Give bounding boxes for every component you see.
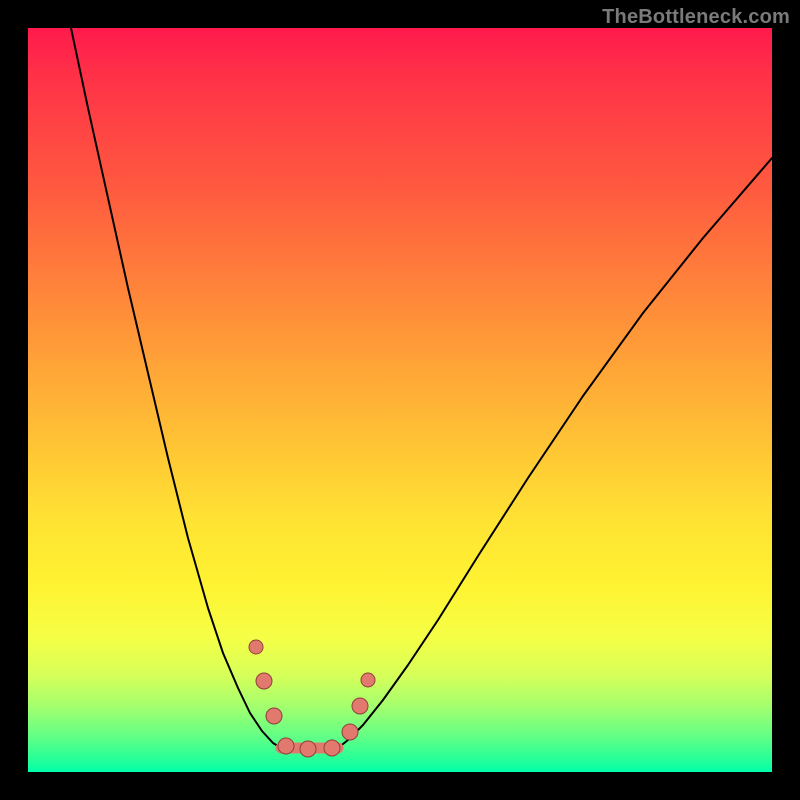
curve-right-branch — [338, 158, 772, 748]
data-marker — [266, 708, 282, 724]
data-marker — [300, 741, 316, 757]
curve-markers — [249, 640, 375, 757]
chart-svg — [28, 28, 772, 772]
data-marker — [249, 640, 263, 654]
data-marker — [278, 738, 294, 754]
data-marker — [361, 673, 375, 687]
curve-left-branch — [71, 28, 281, 748]
data-marker — [256, 673, 272, 689]
watermark-text: TheBottleneck.com — [602, 6, 790, 29]
chart-frame: TheBottleneck.com — [0, 0, 800, 800]
data-marker — [342, 724, 358, 740]
data-marker — [324, 740, 340, 756]
data-marker — [352, 698, 368, 714]
chart-plot-area — [28, 28, 772, 772]
